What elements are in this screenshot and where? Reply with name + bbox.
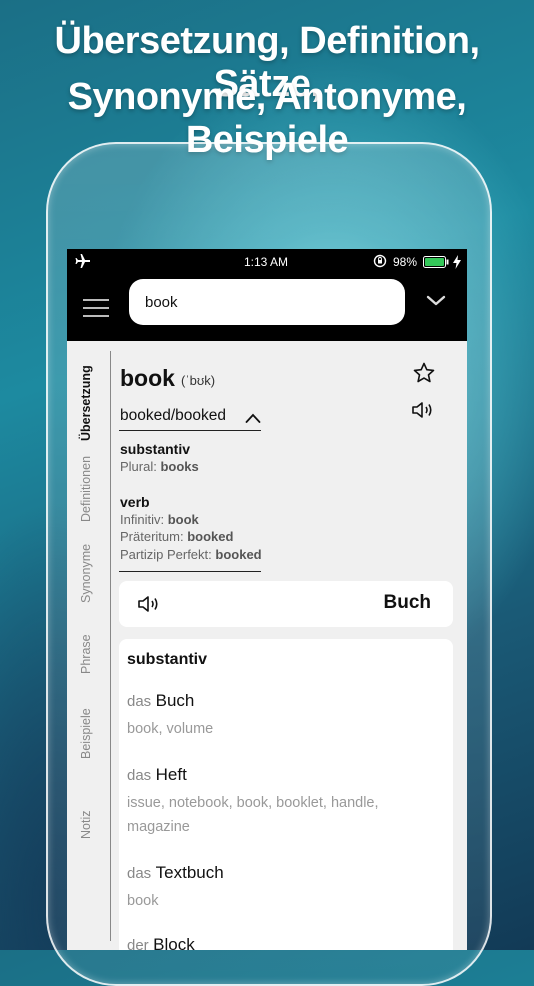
speaker-icon[interactable] <box>411 399 437 421</box>
tab-beispiele[interactable]: Beispiele <box>79 708 93 759</box>
list-item[interactable]: das Buch book, volume <box>127 691 427 741</box>
tab-phrase[interactable]: Phrase <box>79 634 93 674</box>
tab-definitionen[interactable]: Definitionen <box>79 456 93 522</box>
list-item[interactable]: das Heft issue, notebook, book, booklet,… <box>127 765 427 839</box>
status-time: 1:13 AM <box>244 255 289 269</box>
chevron-up-icon[interactable] <box>245 411 261 423</box>
search-input[interactable] <box>129 279 405 325</box>
verb-pos: verb <box>120 494 150 510</box>
tab-notiz[interactable]: Notiz <box>79 811 93 839</box>
battery-icon <box>423 256 449 271</box>
chevron-down-icon[interactable] <box>425 293 447 309</box>
sidebar-tabs: Übersetzung Definitionen Synonyme Phrase… <box>67 341 111 950</box>
translation-list: substantiv das Buch book, volume das Hef… <box>119 639 453 950</box>
list-header: substantiv <box>127 651 208 668</box>
app-screen: 1:13 AM 98% Übersetzung Definitionen Syn… <box>67 249 467 950</box>
preterite-line: Präteritum: booked <box>120 529 234 544</box>
plural-line: Plural: books <box>120 459 199 474</box>
headword: book <box>120 365 175 391</box>
translation-card: Buch <box>119 581 453 627</box>
tab-uebersetzung[interactable]: Übersetzung <box>79 365 93 441</box>
star-icon[interactable] <box>412 361 436 385</box>
infinitive-line: Infinitiv: book <box>120 512 199 527</box>
translation-word: Buch <box>383 592 432 613</box>
participle-line: Partizip Perfekt: booked <box>120 547 262 562</box>
status-bar: 1:13 AM 98% <box>67 249 467 275</box>
divider <box>119 571 261 572</box>
divider <box>119 430 261 431</box>
app-header <box>67 275 467 341</box>
hamburger-menu-icon[interactable] <box>83 299 109 317</box>
phonetic: (ˈbʊk) <box>181 373 216 388</box>
rotation-lock-icon <box>373 254 387 271</box>
list-item[interactable]: das Textbuch book <box>127 863 427 913</box>
airplane-icon <box>75 253 91 272</box>
noun-pos: substantiv <box>120 441 191 457</box>
main-content: book (ˈbʊk) booked/booked substantiv Plu… <box>111 341 467 950</box>
speaker-icon[interactable] <box>137 594 163 614</box>
verb-forms-toggle[interactable]: booked/booked <box>120 407 226 425</box>
bolt-icon <box>453 255 461 272</box>
battery-percent: 98% <box>393 255 418 269</box>
tab-synonyme[interactable]: Synonyme <box>79 544 93 603</box>
list-item[interactable]: der Block <box>127 935 427 950</box>
